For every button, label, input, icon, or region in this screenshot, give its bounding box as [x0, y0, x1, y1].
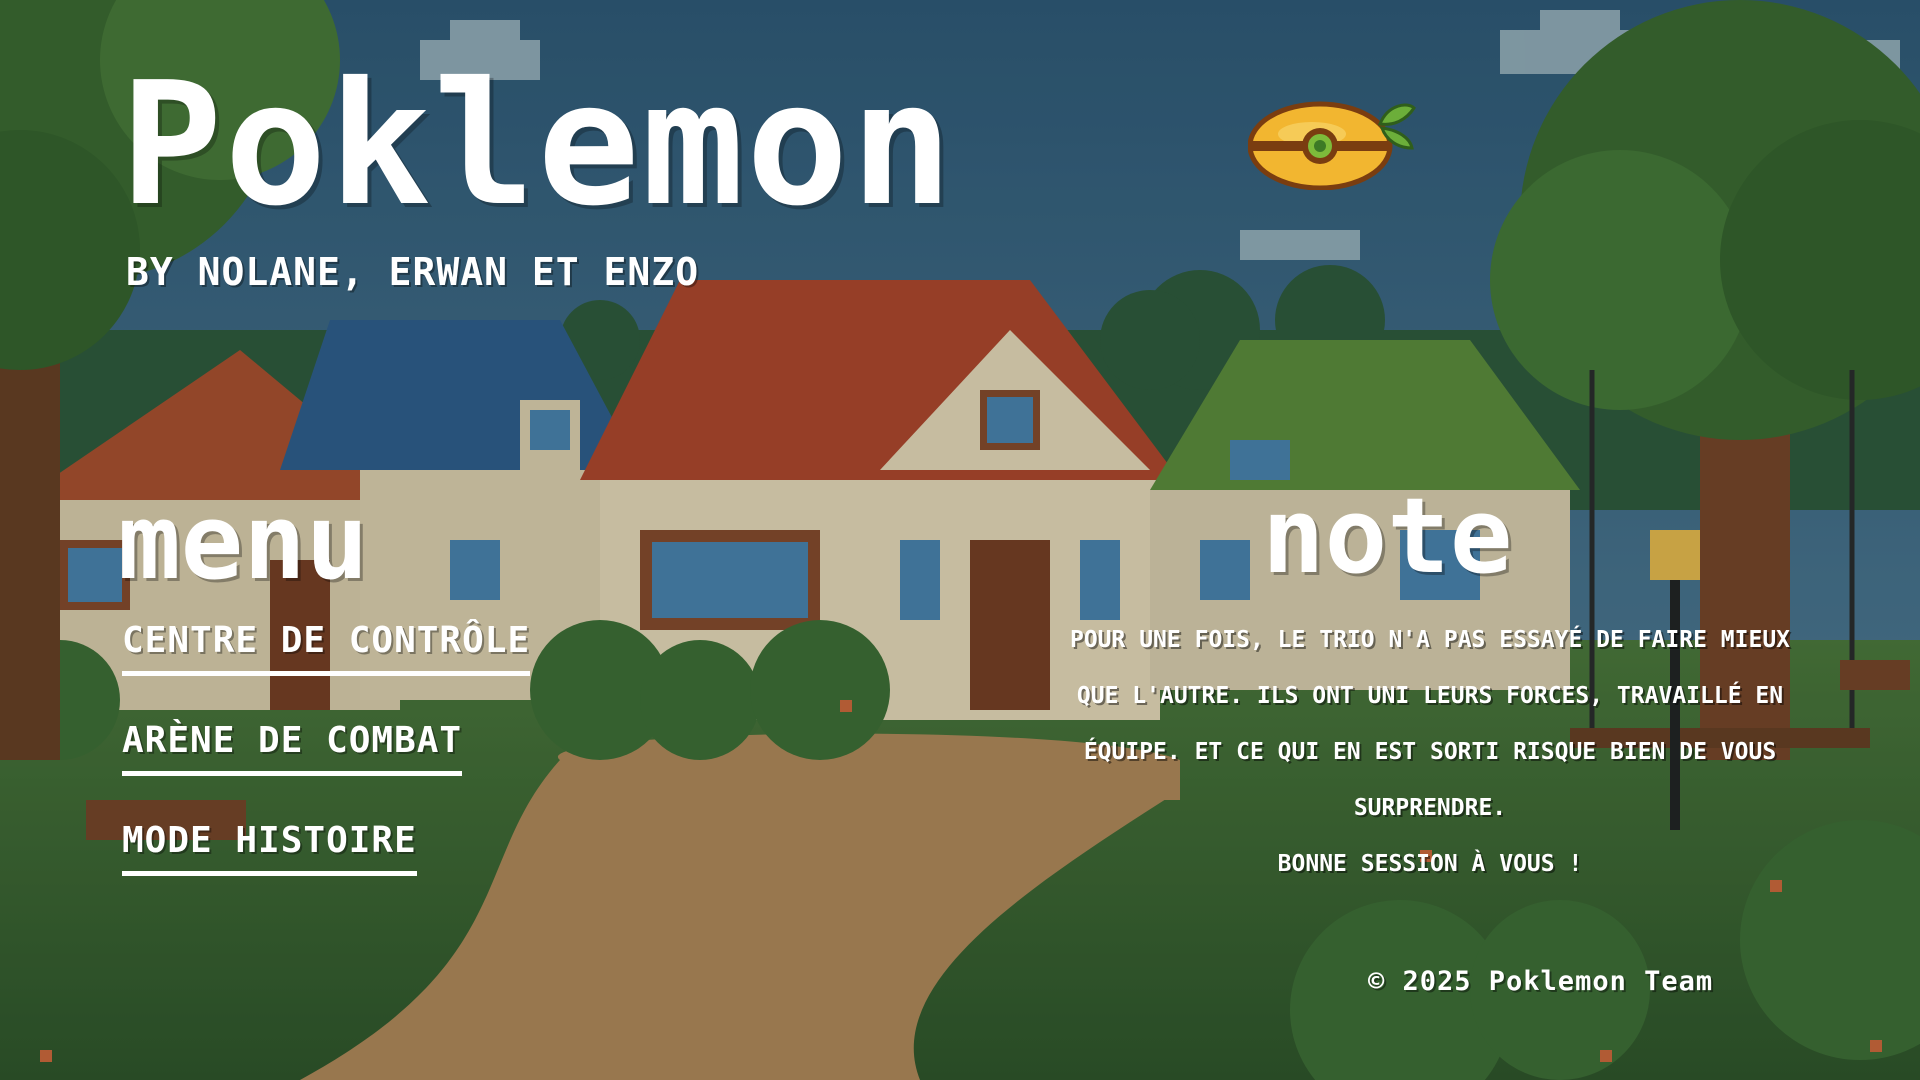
footer-copyright: © 2025 Poklemon Team	[1368, 966, 1714, 997]
menu-title: menu	[118, 481, 369, 603]
note-paragraph: pour une fois, le trio n'a pas essayé de…	[1069, 627, 1791, 821]
note-body: pour une fois, le trio n'a pas essayé de…	[1050, 612, 1810, 892]
menu-link-centre-de-controle[interactable]: centre de contrôle	[122, 620, 531, 676]
subtitle-credits: by Nolane, Erwan et Enzo	[126, 250, 700, 294]
note-closing: bonne session à vous !	[1277, 851, 1583, 877]
main-menu: centre de contrôle arène de combat mode …	[122, 620, 542, 920]
game-title: Poklemon	[120, 46, 955, 244]
lemon-pokeball-icon	[1248, 101, 1416, 190]
note-title: note	[1262, 475, 1513, 597]
menu-link-mode-histoire[interactable]: mode histoire	[122, 820, 417, 876]
menu-link-arene-de-combat[interactable]: arène de combat	[122, 720, 463, 776]
